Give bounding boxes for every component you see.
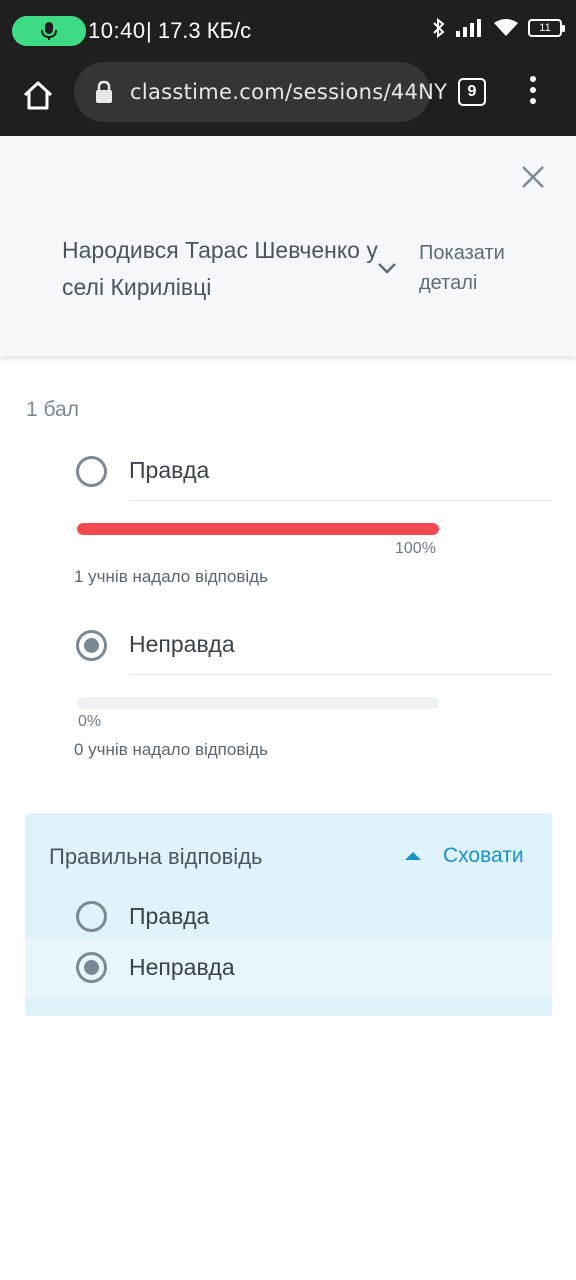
radio-button (76, 901, 107, 932)
correct-answer-panel: Правильна відповідь Сховати Правда Непра… (25, 813, 552, 1016)
option-label: Неправда (129, 954, 235, 980)
progress-fill (77, 523, 439, 535)
address-bar[interactable]: classtime.com/sessions/44NY (74, 62, 447, 122)
question-header: Народився Тарас Шевченко у селі Кирилівц… (0, 136, 576, 356)
radio-button (76, 456, 107, 487)
progress-bar (77, 523, 439, 535)
status-icons: 11 (432, 18, 565, 38)
caret-up-icon (405, 852, 421, 860)
signal-icon (456, 19, 481, 37)
status-time: 10:40 (88, 18, 146, 43)
expand-details-button[interactable] (376, 260, 398, 276)
divider (129, 500, 552, 501)
more-menu-button[interactable] (524, 76, 542, 110)
microphone-icon (41, 22, 57, 40)
close-icon (522, 166, 544, 188)
browser-toolbar: classtime.com/sessions/44NY 9 (0, 62, 576, 136)
hide-answer-label: Сховати (443, 844, 524, 867)
points-label: 1 бал (26, 398, 79, 421)
status-bar: 10:40 | 17.3 КБ/с 11 (0, 0, 576, 62)
correct-answer-option: Неправда (25, 940, 552, 996)
hide-answer-button[interactable]: Сховати (405, 844, 545, 872)
close-button[interactable] (518, 162, 548, 192)
divider (129, 674, 552, 675)
dot-icon (530, 98, 536, 104)
dot-icon (530, 76, 536, 82)
home-icon (23, 81, 53, 110)
response-count: 1 учнів надало відповідь (74, 567, 268, 586)
option-label: Правда (129, 457, 210, 483)
lock-icon (96, 80, 112, 103)
home-button[interactable] (18, 76, 58, 116)
dot-icon (530, 87, 536, 93)
tab-switcher-button[interactable]: 9 (458, 78, 486, 106)
radio-button (76, 630, 107, 661)
url-text: classtime.com/sessions/44NY (130, 80, 448, 104)
option-label: Неправда (129, 631, 235, 657)
correct-answer-title: Правильна відповідь (49, 844, 263, 869)
battery-icon: 11 (528, 19, 565, 37)
percent-label: 0% (78, 713, 102, 730)
question-title: Народився Тарас Шевченко у селі Кирилівц… (62, 237, 378, 300)
option-label: Правда (129, 903, 210, 929)
radio-button (76, 952, 107, 983)
percent-label: 100% (395, 540, 436, 557)
show-details-link[interactable]: Показати деталі (419, 238, 539, 298)
microphone-indicator (12, 16, 86, 46)
progress-bar (77, 697, 439, 709)
bluetooth-icon (433, 18, 445, 38)
correct-answer-option: Правда (25, 889, 552, 945)
response-count: 0 учнів надало відповідь (74, 740, 268, 759)
chevron-down-icon (378, 263, 396, 274)
network-speed: | 17.3 КБ/с (146, 18, 252, 43)
wifi-icon (494, 19, 518, 36)
